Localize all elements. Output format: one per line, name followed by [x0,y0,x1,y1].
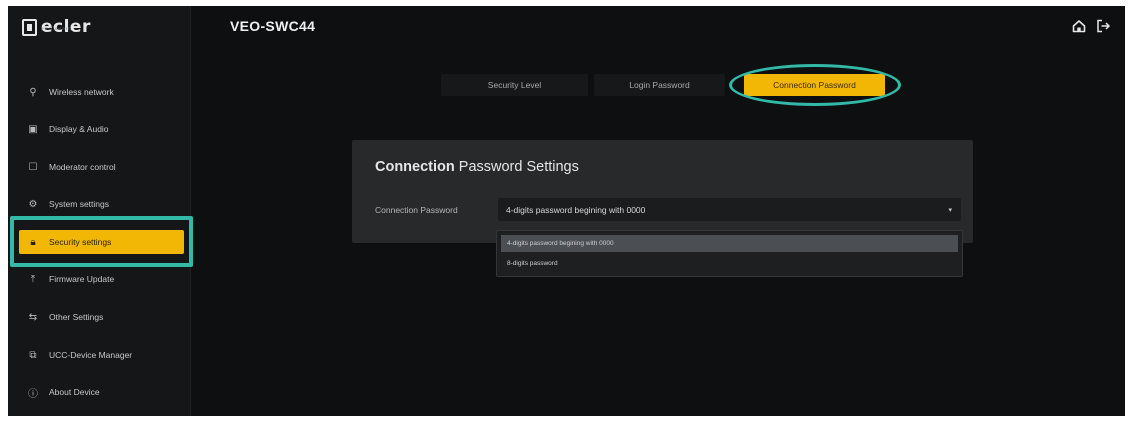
highlight-ring-security-settings [10,216,193,267]
highlight-ring-connection-password [729,64,901,106]
connection-password-label: Connection Password [375,205,458,215]
sidebar-item-label: Display & Audio [49,124,109,134]
panel-title: Connection Password Settings [375,159,579,175]
tab-login-password[interactable]: Login Password [594,74,725,96]
moderator-icon: ☐ [28,161,38,173]
sidebar-item-firmware-update[interactable]: ⤒ Firmware Update [26,267,182,291]
select-value: 4-digits password begining with 0000 [506,204,646,215]
upload-icon: ⤒ [30,273,36,285]
logout-icon[interactable] [1095,18,1111,34]
sidebar: ecler PRO AUDIO ⚲ Wireless network ▣ Dis… [8,6,191,416]
sidebar-item-moderator-control[interactable]: ☐ Moderator control [26,155,182,179]
page-title: VEO-SWC44 [230,18,316,34]
sidebar-item-label: UCC-Device Manager [49,350,133,360]
info-icon: ⓘ [28,388,38,400]
chevron-down-icon: ▾ [948,207,952,214]
logo-subtitle: PRO AUDIO [41,26,73,31]
sidebar-item-wireless-network[interactable]: ⚲ Wireless network [26,80,182,104]
sidebar-item-other-settings[interactable]: ⇆ Other Settings [26,305,182,329]
sidebar-item-label: Firmware Update [49,274,115,284]
sidebar-item-label: System settings [49,199,109,209]
app-window: ecler PRO AUDIO ⚲ Wireless network ▣ Dis… [8,6,1125,416]
sidebar-item-label: Other Settings [49,312,104,322]
device-icon: ⧉ [29,349,37,361]
sidebar-item-ucc-device-manager[interactable]: ⧉ UCC-Device Manager [26,343,182,367]
sidebar-item-label: Moderator control [49,162,116,172]
sliders-icon: ⇆ [28,311,38,323]
dropdown-option-8-digits[interactable]: 8-digits password [501,255,958,272]
connection-password-select[interactable]: 4-digits password begining with 0000 ▾ [498,198,961,221]
wireless-icon: ⚲ [29,86,37,98]
home-icon[interactable] [1071,18,1087,34]
tab-security-level[interactable]: Security Level [441,74,588,96]
gear-icon: ⚙ [28,198,38,210]
sidebar-item-display-audio[interactable]: ▣ Display & Audio [26,117,182,141]
sidebar-item-system-settings[interactable]: ⚙ System settings [26,192,182,216]
logo-mark-icon [22,18,37,36]
sidebar-item-label: About Device [49,387,100,397]
connection-password-dropdown: 4-digits password begining with 0000 8-d… [496,230,963,277]
panel-title-rest: Password Settings [454,159,579,175]
display-icon: ▣ [28,123,38,135]
connection-password-panel: Connection Password Settings Connection … [352,140,973,243]
sidebar-item-label: Wireless network [49,87,114,97]
dropdown-option-4-digits[interactable]: 4-digits password begining with 0000 [501,235,958,252]
panel-title-bold: Connection [375,159,455,175]
sidebar-item-about-device[interactable]: ⓘ About Device [26,380,182,404]
